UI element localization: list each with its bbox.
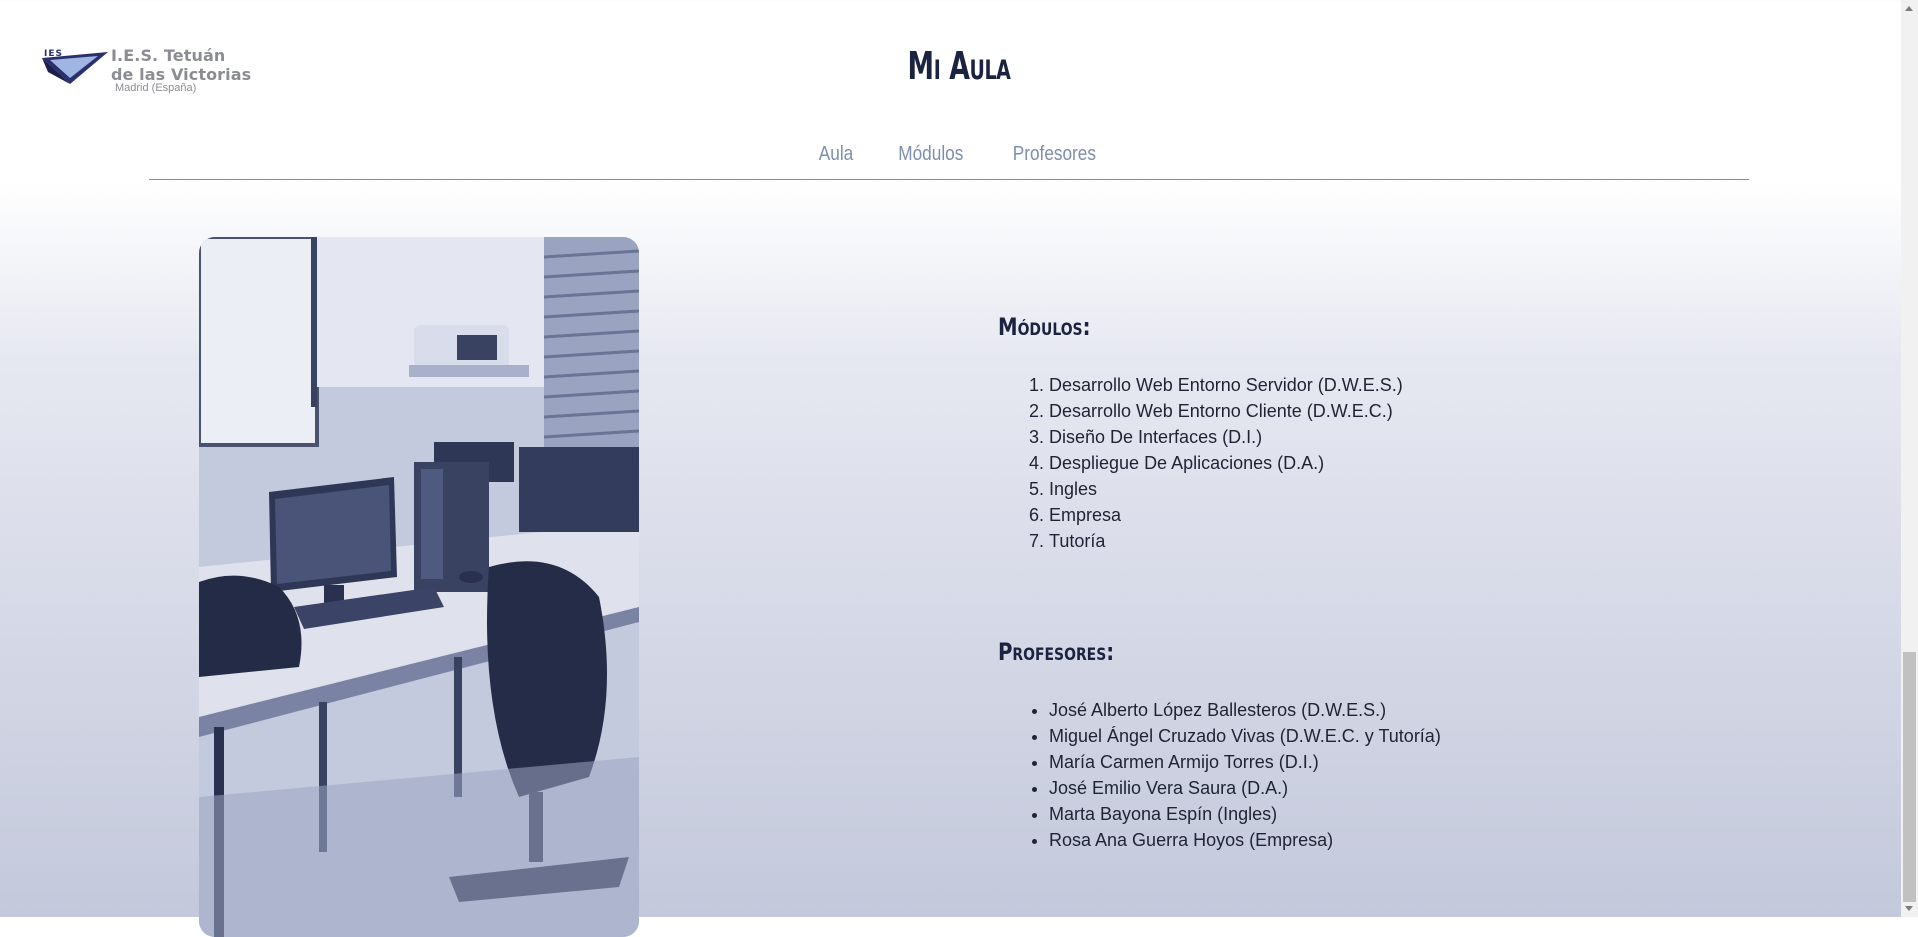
page-scrollbar[interactable]	[1901, 0, 1918, 917]
nav-link-modulos[interactable]: Módulos	[898, 143, 963, 166]
logo-location: Madrid (España)	[115, 82, 197, 94]
modulos-list: Desarrollo Web Entorno Servidor (D.W.E.S…	[1049, 372, 1403, 554]
list-item: Despliegue De Aplicaciones (D.A.)	[1049, 450, 1403, 476]
scrollbar-thumb[interactable]	[1903, 652, 1916, 902]
nav-link-aula[interactable]: Aula	[819, 143, 853, 166]
list-item: Marta Bayona Espín (Ingles)	[1049, 801, 1441, 827]
list-item: Miguel Ángel Cruzado Vivas (D.W.E.C. y T…	[1049, 723, 1441, 749]
main-nav: Aula Módulos Profesores	[0, 143, 1918, 166]
list-item: Desarrollo Web Entorno Cliente (D.W.E.C.…	[1049, 398, 1403, 424]
list-item: Tutoría	[1049, 528, 1403, 554]
profesores-heading: Profesores:	[998, 638, 1115, 666]
nav-link-profesores[interactable]: Profesores	[1012, 143, 1095, 166]
list-item: Ingles	[1049, 476, 1403, 502]
profesores-list: José Alberto López Ballesteros (D.W.E.S.…	[1049, 697, 1441, 853]
list-item: Desarrollo Web Entorno Servidor (D.W.E.S…	[1049, 372, 1403, 398]
classroom-photo	[199, 237, 639, 937]
scroll-up-arrow-icon[interactable]	[1905, 6, 1913, 11]
list-item: José Emilio Vera Saura (D.A.)	[1049, 775, 1441, 801]
nav-divider	[149, 179, 1749, 180]
list-item: Empresa	[1049, 502, 1403, 528]
list-item: José Alberto López Ballesteros (D.W.E.S.…	[1049, 697, 1441, 723]
modulos-heading: Módulos:	[998, 313, 1091, 341]
page-title: Mi Aula	[907, 44, 1011, 88]
list-item: Rosa Ana Guerra Hoyos (Empresa)	[1049, 827, 1441, 853]
logo-school-name: I.E.S. Tetuán	[111, 46, 226, 65]
logo-abbreviation: IES	[44, 49, 63, 59]
list-item: María Carmen Armijo Torres (D.I.)	[1049, 749, 1441, 775]
scroll-down-arrow-icon[interactable]	[1905, 906, 1913, 911]
list-item: Diseño De Interfaces (D.I.)	[1049, 424, 1403, 450]
